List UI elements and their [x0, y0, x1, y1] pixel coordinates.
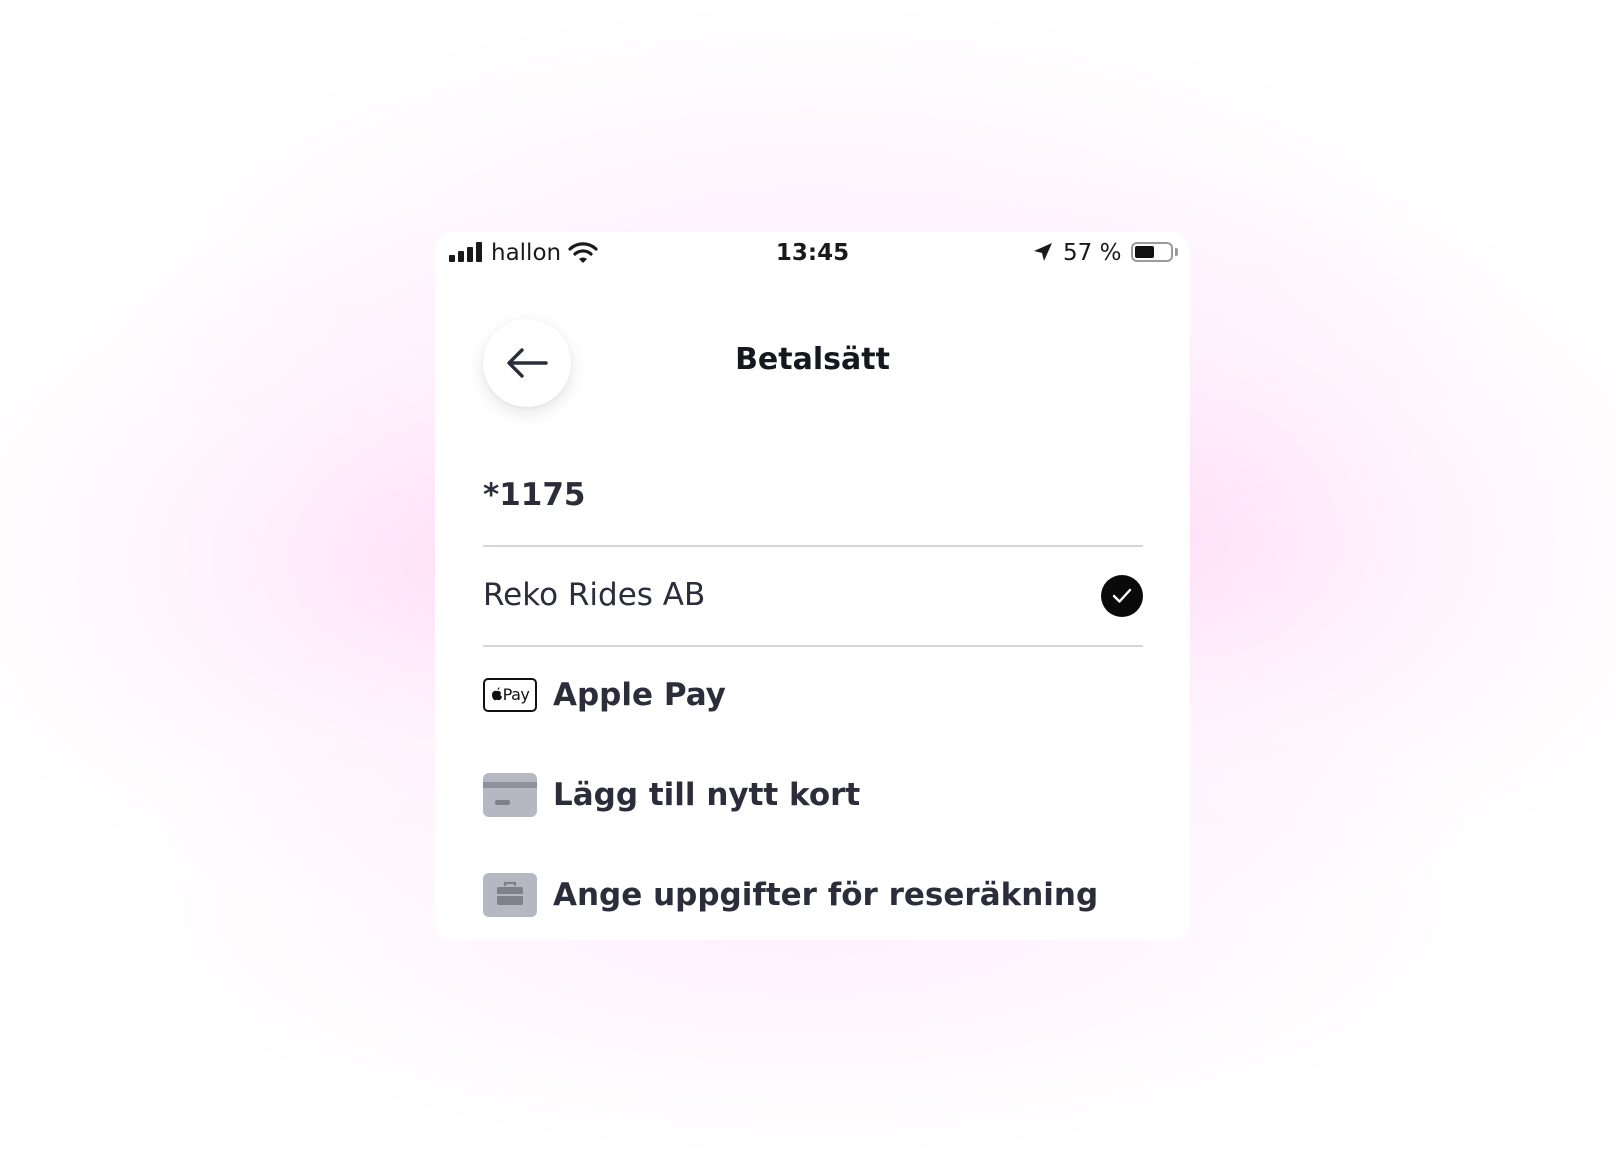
payment-method-label: Reko Rides AB	[483, 577, 706, 613]
briefcase-icon	[483, 873, 537, 917]
status-bar: hallon 13:45 57 %	[435, 232, 1190, 272]
add-new-card-button[interactable]: Lägg till nytt kort	[483, 745, 1143, 845]
apple-pay-icon-text: Pay	[502, 685, 530, 704]
payment-method-apple-pay[interactable]: Pay Apple Pay	[483, 645, 1143, 745]
battery-cap	[1175, 248, 1178, 256]
apple-pay-icon: Pay	[483, 678, 537, 712]
payment-method-label: *1175	[483, 477, 586, 513]
checkmark-icon	[1101, 575, 1143, 617]
location-arrow-icon	[1033, 242, 1053, 266]
payment-method-label: Ange uppgifter för reseräkning	[553, 877, 1099, 913]
phone-screen: hallon 13:45 57 % Betalsätt *1175 Reko R…	[435, 232, 1190, 940]
battery-percent: 57 %	[1063, 240, 1122, 266]
payment-method-reko-rides[interactable]: Reko Rides AB	[483, 545, 1143, 645]
expense-report-details-button[interactable]: Ange uppgifter för reseräkning	[483, 845, 1143, 940]
page-title: Betalsätt	[735, 342, 890, 377]
battery-icon	[1131, 242, 1173, 262]
battery-level	[1135, 246, 1154, 258]
payment-method-label: Apple Pay	[553, 677, 726, 713]
payment-method-label: Lägg till nytt kort	[553, 777, 861, 813]
credit-card-icon	[483, 773, 537, 817]
payment-method-card-1175[interactable]: *1175	[483, 445, 1143, 545]
apple-logo-icon	[491, 687, 502, 701]
